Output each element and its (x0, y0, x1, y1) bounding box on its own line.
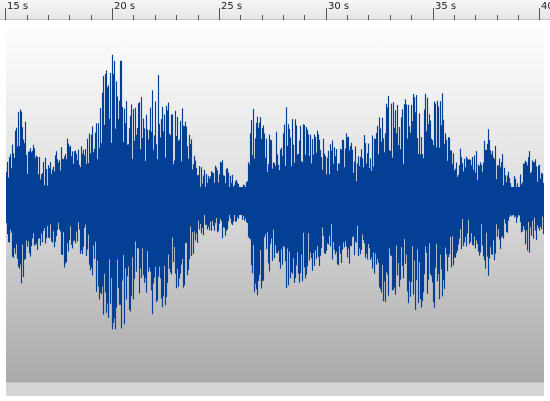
audio-editor: 15 s 20 s 25 s 30 s 35 s 40 s (0, 0, 550, 401)
tick-label-35s: 35 s (435, 1, 457, 12)
tick-label-25s: 25 s (221, 1, 243, 12)
audio-track[interactable] (0, 20, 550, 401)
waveform[interactable] (6, 20, 544, 382)
tick-label-30s: 30 s (328, 1, 350, 12)
tick-label-20s: 20 s (114, 1, 136, 12)
waveform-center-band (6, 191, 544, 211)
tick-label-40s: 40 s (541, 1, 550, 12)
timeline-ruler[interactable]: 15 s 20 s 25 s 30 s 35 s 40 s (0, 0, 550, 20)
track-footer-bar (6, 382, 544, 396)
ruler-ticks (5, 8, 540, 20)
tick-label-15s: 15 s (7, 1, 29, 12)
